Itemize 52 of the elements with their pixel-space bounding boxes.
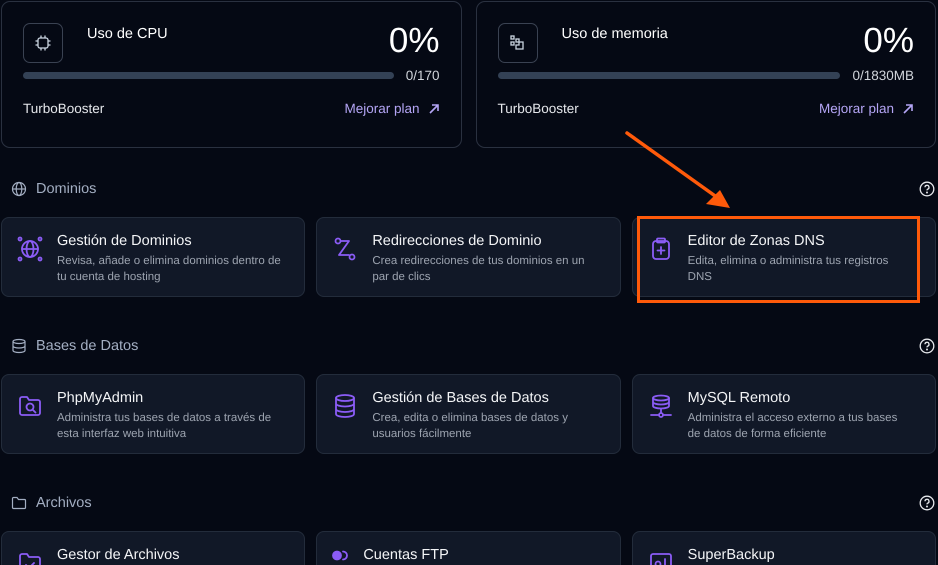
memory-icon [508, 34, 526, 52]
tool-card[interactable]: Redirecciones de Dominio Crea redirecciones de tus dominios en un par de clics [316, 217, 621, 297]
help-icon[interactable] [919, 181, 935, 197]
usage-title: Uso de CPU [87, 26, 169, 42]
help-icon[interactable] [919, 338, 935, 354]
usage-reading: 0/170 [406, 68, 440, 83]
tool-description: Edita, elimina o administra tus registros DNS [688, 254, 890, 285]
route-icon [332, 236, 358, 262]
usage-percent: 0% [388, 23, 440, 58]
tool-description: Crea redirecciones de tus dominios en un par de clics [372, 254, 586, 285]
tool-card[interactable]: Gestión de Bases de Datos Crea, edita o elimina bases de datos y usuarios fácilmente [316, 374, 621, 454]
tool-title: SuperBackup [688, 547, 775, 563]
tool-description: Administra el acceso externo a tus bases de datos de forma eficiente [688, 411, 898, 442]
tool-title: Redirecciones de Dominio [372, 233, 543, 249]
tool-card[interactable]: SuperBackup [632, 531, 936, 565]
chip-icon [34, 34, 52, 52]
database-icon [11, 338, 27, 354]
tool-card[interactable]: Cuentas FTP [316, 531, 621, 565]
tool-card[interactable]: MySQL Remoto Administra el acceso externo a tus bases de datos de forma eficiente [632, 374, 936, 454]
globe-icon [17, 236, 43, 262]
tool-title: MySQL Remoto [688, 390, 792, 406]
section-title: Dominios [36, 181, 98, 197]
tool-description: Administra tus bases de datos a través de esta interfaz web intuitiva [57, 411, 272, 442]
tool-description: Crea, edita o elimina bases de datos y usuarios fácilmente [372, 411, 569, 442]
tool-title: Gestor de Archivos [57, 547, 180, 563]
folder-icon [11, 495, 27, 511]
section-title: Bases de Datos [36, 338, 140, 354]
tool-title: Editor de Zonas DNS [688, 233, 826, 249]
tool-title: Gestión de Bases de Datos [372, 390, 550, 406]
tool-card[interactable]: Gestión de Dominios Revisa, añade o elimina dominios dentro de tu cuenta de hosting [1, 217, 306, 297]
arrow-icon [902, 102, 914, 114]
tool-card[interactable]: PhpMyAdmin Administra tus bases de datos a través de esta interfaz web intuitiva [1, 374, 306, 454]
tool-title: Gestión de Dominios [57, 233, 193, 249]
database-network-icon [648, 393, 674, 419]
tool-card[interactable]: Editor de Zonas DNS Edita, elimina o administra tus registros DNS [632, 217, 936, 297]
usage-reading: 0/1830MB [852, 68, 914, 83]
upgrade-link[interactable]: Mejorar plan [344, 101, 440, 116]
tool-title: PhpMyAdmin [57, 390, 144, 406]
usage-title: Uso de memoria [562, 26, 669, 42]
tool-card[interactable]: Gestor de Archivos [1, 531, 306, 565]
folder-search-icon [17, 393, 43, 419]
tool-description: Revisa, añade o elimina dominios dentro de tu cuenta de hosting [57, 254, 282, 285]
toggle-icon [332, 550, 350, 561]
usage-percent: 0% [863, 23, 914, 58]
tool-title: Cuentas FTP [363, 547, 449, 563]
upgrade-link[interactable]: Mejorar plan [818, 101, 914, 116]
help-icon[interactable] [919, 495, 935, 511]
arrow-icon [428, 102, 440, 114]
plan-name: TurboBooster [498, 101, 579, 116]
plan-name: TurboBooster [23, 101, 104, 116]
section-title: Archivos [36, 495, 93, 511]
globe-icon [11, 181, 27, 197]
